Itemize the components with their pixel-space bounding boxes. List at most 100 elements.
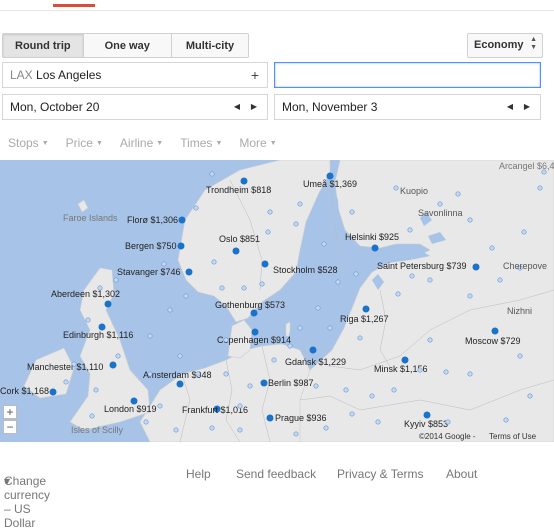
- minor-airport-dot[interactable]: [267, 209, 273, 215]
- filter-more[interactable]: More ▼: [239, 136, 276, 150]
- minor-airport-dot[interactable]: [467, 371, 473, 377]
- minor-airport-dot[interactable]: [357, 335, 363, 341]
- minor-airport-dot[interactable]: [315, 305, 321, 311]
- prev-day-icon[interactable]: ◀: [234, 95, 240, 119]
- help-link[interactable]: Help: [186, 467, 211, 481]
- destination-label[interactable]: Umeå $1,369: [303, 179, 357, 189]
- destination-dot[interactable]: [362, 305, 370, 313]
- minor-airport-dot[interactable]: [211, 259, 217, 265]
- minor-airport-dot[interactable]: [259, 281, 265, 287]
- multi-city-button[interactable]: Multi-city: [170, 33, 250, 58]
- destination-dot[interactable]: [177, 242, 185, 250]
- destination-label[interactable]: Berlin $987: [268, 378, 314, 388]
- origin-field[interactable]: LAX Los Angeles +: [2, 62, 268, 88]
- minor-airport-dot[interactable]: [343, 387, 349, 393]
- minor-airport-dot[interactable]: [327, 325, 333, 331]
- minor-airport-dot[interactable]: [497, 277, 503, 283]
- minor-airport-dot[interactable]: [517, 353, 523, 359]
- minor-airport-dot[interactable]: [467, 293, 473, 299]
- cabin-class-select[interactable]: Economy ▲ ▼: [467, 33, 543, 58]
- send-feedback-link[interactable]: Send feedback: [236, 467, 316, 481]
- destination-dot[interactable]: [472, 263, 480, 271]
- minor-airport-dot[interactable]: [393, 185, 399, 191]
- minor-airport-dot[interactable]: [349, 411, 355, 417]
- minor-airport-dot[interactable]: [349, 209, 355, 215]
- minor-airport-dot[interactable]: [167, 307, 173, 313]
- minor-airport-dot[interactable]: [183, 293, 189, 299]
- destination-label[interactable]: Prague $936: [275, 413, 327, 423]
- minor-airport-dot[interactable]: [297, 325, 303, 331]
- destination-field[interactable]: [274, 62, 541, 88]
- minor-airport-dot[interactable]: [287, 343, 293, 349]
- depart-date-field[interactable]: Mon, October 20 ◀ ▶: [2, 94, 268, 120]
- destination-dot[interactable]: [266, 414, 274, 422]
- minor-airport-dot[interactable]: [209, 171, 215, 177]
- destination-label[interactable]: Aberdeen $1,302: [51, 289, 120, 299]
- destination-dot[interactable]: [401, 356, 409, 364]
- minor-airport-dot[interactable]: [467, 217, 473, 223]
- zoom-out-button[interactable]: −: [3, 420, 17, 434]
- destination-dot[interactable]: [185, 268, 193, 276]
- plus-icon[interactable]: +: [251, 63, 259, 87]
- destination-label[interactable]: Manchester $1,110: [27, 362, 103, 372]
- destination-label[interactable]: Bergen $750: [125, 241, 177, 251]
- next-day-icon[interactable]: ▶: [524, 95, 530, 119]
- destination-dot[interactable]: [240, 177, 248, 185]
- minor-airport-dot[interactable]: [293, 221, 299, 227]
- minor-airport-dot[interactable]: [437, 201, 443, 207]
- minor-airport-dot[interactable]: [375, 419, 381, 425]
- minor-airport-dot[interactable]: [537, 185, 543, 191]
- filter-price[interactable]: Price ▼: [66, 136, 103, 150]
- destination-label[interactable]: Amsterdam $948: [143, 370, 212, 380]
- destination-label[interactable]: Gothenburg $573: [215, 300, 285, 310]
- minor-airport-dot[interactable]: [85, 317, 91, 323]
- destination-label[interactable]: Stockholm $528: [273, 265, 338, 275]
- destination-label[interactable]: Kyyiv $853: [404, 419, 448, 429]
- minor-airport-dot[interactable]: [223, 337, 229, 343]
- destination-dot[interactable]: [232, 247, 240, 255]
- destination-label[interactable]: Trondheim $818: [206, 185, 271, 195]
- minor-airport-dot[interactable]: [147, 333, 153, 339]
- minor-airport-dot[interactable]: [417, 367, 423, 373]
- destination-dot[interactable]: [260, 379, 268, 387]
- destination-label[interactable]: London $919: [104, 404, 157, 414]
- minor-airport-dot[interactable]: [93, 387, 99, 393]
- minor-airport-dot[interactable]: [391, 387, 397, 393]
- minor-airport-dot[interactable]: [195, 371, 201, 377]
- destination-label[interactable]: Helsinki $925: [345, 232, 399, 242]
- destination-dot[interactable]: [491, 327, 499, 335]
- minor-airport-dot[interactable]: [297, 201, 303, 207]
- destination-label[interactable]: Riga $1,267: [340, 314, 389, 324]
- minor-airport-dot[interactable]: [237, 403, 243, 409]
- minor-airport-dot[interactable]: [223, 371, 229, 377]
- minor-airport-dot[interactable]: [177, 353, 183, 359]
- minor-airport-dot[interactable]: [427, 277, 433, 283]
- zoom-in-button[interactable]: +: [3, 405, 17, 419]
- minor-airport-dot[interactable]: [209, 425, 215, 431]
- destination-label[interactable]: Stavanger $746: [117, 267, 181, 277]
- destination-label[interactable]: Saint Petersburg $739: [377, 261, 467, 271]
- destination-label[interactable]: Cork $1,168: [0, 386, 49, 396]
- minor-airport-dot[interactable]: [157, 403, 163, 409]
- privacy-terms-link[interactable]: Privacy & Terms: [337, 467, 423, 481]
- minor-airport-dot[interactable]: [89, 413, 95, 419]
- destination-dot[interactable]: [104, 300, 112, 308]
- destination-label[interactable]: Gdańsk $1,229: [285, 357, 346, 367]
- next-day-icon[interactable]: ▶: [251, 95, 257, 119]
- minor-airport-dot[interactable]: [427, 337, 433, 343]
- minor-airport-dot[interactable]: [97, 285, 103, 291]
- minor-airport-dot[interactable]: [193, 205, 199, 211]
- destination-label[interactable]: Moscow $729: [465, 336, 521, 346]
- destination-dot[interactable]: [176, 380, 184, 388]
- minor-airport-dot[interactable]: [445, 419, 451, 425]
- destination-dot[interactable]: [49, 388, 57, 396]
- round-trip-button[interactable]: Round trip: [2, 33, 84, 58]
- minor-airport-dot[interactable]: [313, 383, 319, 389]
- minor-airport-dot[interactable]: [443, 369, 449, 375]
- minor-airport-dot[interactable]: [113, 277, 119, 283]
- minor-airport-dot[interactable]: [71, 361, 77, 367]
- minor-airport-dot[interactable]: [353, 271, 359, 277]
- minor-airport-dot[interactable]: [409, 273, 415, 279]
- minor-airport-dot[interactable]: [173, 427, 179, 433]
- about-link[interactable]: About: [446, 467, 477, 481]
